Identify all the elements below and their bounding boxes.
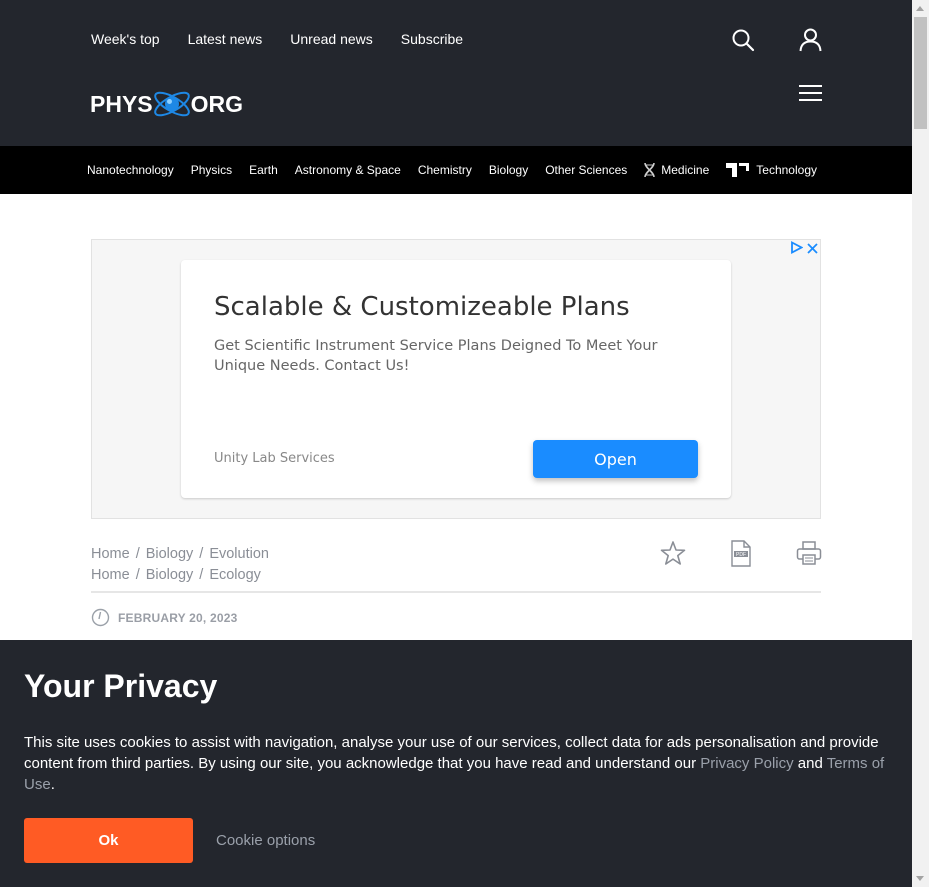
- category-nav: Nanotechnology Physics Earth Astronomy &…: [0, 146, 912, 194]
- link-unread-news[interactable]: Unread news: [290, 31, 373, 47]
- site-header: Week's top Latest news Unread news Subsc…: [0, 0, 912, 146]
- article-date: FEBRUARY 20, 2023: [91, 608, 237, 627]
- search-icon[interactable]: [731, 28, 755, 57]
- breadcrumb-biology[interactable]: Biology: [146, 567, 194, 583]
- nav-technology[interactable]: Technology: [726, 162, 817, 178]
- breadcrumb-evolution[interactable]: Evolution: [209, 546, 269, 562]
- nav-earth[interactable]: Earth: [249, 163, 278, 177]
- link-latest-news[interactable]: Latest news: [188, 31, 263, 47]
- nav-astronomy-space[interactable]: Astronomy & Space: [295, 163, 401, 177]
- adchoices-icon[interactable]: [790, 241, 804, 259]
- privacy-banner: Your Privacy This site uses cookies to a…: [0, 640, 912, 887]
- scrollbar[interactable]: [912, 0, 929, 887]
- privacy-period: .: [50, 776, 55, 793]
- breadcrumb: Home / Biology / Ecology: [91, 567, 261, 583]
- link-subscribe[interactable]: Subscribe: [401, 31, 463, 47]
- nav-technology-label: Technology: [756, 163, 817, 177]
- phys-org-logo[interactable]: PHYS ORG: [90, 82, 243, 126]
- nav-other-sciences[interactable]: Other Sciences: [545, 163, 627, 177]
- clock-icon: [91, 608, 110, 627]
- svg-text:PDF: PDF: [736, 552, 746, 558]
- ad-close-icon[interactable]: [807, 241, 818, 259]
- nav-biology[interactable]: Biology: [489, 163, 528, 177]
- hamburger-menu-icon[interactable]: [799, 84, 822, 107]
- breadcrumb-home[interactable]: Home: [91, 546, 130, 562]
- privacy-title: Your Privacy: [24, 668, 218, 704]
- print-icon[interactable]: [796, 540, 822, 571]
- user-icon[interactable]: [799, 28, 822, 57]
- page: Week's top Latest news Unread news Subsc…: [0, 0, 912, 887]
- breadcrumb-biology[interactable]: Biology: [146, 546, 194, 562]
- ad-title[interactable]: Scalable & Customizeable Plans: [214, 292, 630, 322]
- cookie-options-button[interactable]: Cookie options: [216, 832, 315, 849]
- link-weeks-top[interactable]: Week's top: [91, 31, 160, 47]
- ad-card[interactable]: Scalable & Customizeable Plans Get Scien…: [181, 260, 731, 498]
- scrollbar-thumb[interactable]: [914, 17, 927, 129]
- breadcrumb: Home / Biology / Evolution: [91, 546, 269, 562]
- divider: [91, 591, 821, 593]
- ad-advertiser: Unity Lab Services: [214, 451, 335, 466]
- nav-nanotechnology[interactable]: Nanotechnology: [87, 163, 174, 177]
- breadcrumb-home[interactable]: Home: [91, 567, 130, 583]
- atom-icon: [150, 82, 194, 126]
- privacy-and: and: [793, 755, 827, 772]
- date-text: FEBRUARY 20, 2023: [118, 610, 238, 625]
- ad-open-button[interactable]: Open: [533, 440, 698, 478]
- ad-description: Get Scientific Instrument Service Plans …: [214, 338, 658, 374]
- logo-text-left: PHYS: [90, 90, 153, 117]
- scroll-down-arrow-icon[interactable]: [916, 876, 924, 881]
- advertisement: Scalable & Customizeable Plans Get Scien…: [91, 239, 821, 519]
- dna-icon: [644, 162, 656, 178]
- nav-chemistry[interactable]: Chemistry: [418, 163, 472, 177]
- nav-physics[interactable]: Physics: [191, 163, 232, 177]
- bookmark-star-icon[interactable]: [660, 540, 686, 571]
- nav-medicine[interactable]: Medicine: [644, 162, 709, 178]
- ad-choices[interactable]: [790, 241, 818, 259]
- breadcrumb-ecology[interactable]: Ecology: [209, 567, 261, 583]
- techxplore-icon: [726, 162, 750, 178]
- privacy-policy-link[interactable]: Privacy Policy: [700, 755, 793, 772]
- pdf-icon[interactable]: PDF: [731, 540, 751, 572]
- ok-button[interactable]: Ok: [24, 818, 193, 863]
- top-links: Week's top Latest news Unread news Subsc…: [91, 31, 491, 47]
- nav-medicine-label: Medicine: [661, 163, 710, 177]
- privacy-text: This site uses cookies to assist with na…: [24, 732, 894, 795]
- logo-text-right: ORG: [190, 90, 244, 117]
- breadcrumbs: Home / Biology / Evolution Home / Biology / Ecol…: [91, 544, 269, 586]
- scroll-up-arrow-icon[interactable]: [916, 6, 924, 11]
